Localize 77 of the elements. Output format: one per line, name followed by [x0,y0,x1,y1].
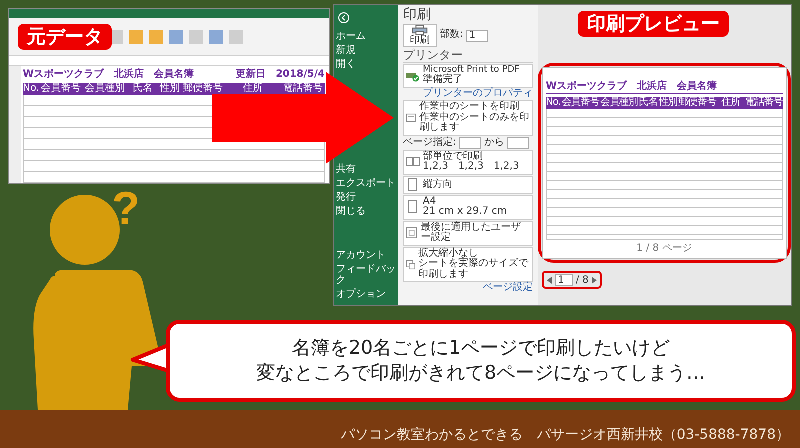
updated-label: 更新日 [236,68,266,81]
menu-item[interactable]: オプション [336,289,386,300]
setting-title: 部単位で印刷 [423,152,484,162]
print-button[interactable]: 印刷 [403,24,437,47]
column-header: No. [23,83,39,95]
copies-label: 部数: [440,30,464,41]
column-header: 住所 [242,83,264,95]
column-header: No. [546,97,561,109]
column-header: 性別 [159,83,181,95]
menu-item[interactable]: 開く [336,59,356,70]
menu-item[interactable]: 共有 [336,164,356,175]
settings-dropdown[interactable]: 部単位で印刷 1,2,3 1,2,3 1,2,3 [403,150,533,175]
question-mark: ? [112,184,140,232]
page-to-label: から [484,138,504,148]
column-header: 電話番号 [745,97,783,109]
bubble-text: 名簿を20名ごとに1ページで印刷したいけど [292,336,670,361]
portrait-page-icon [406,178,420,192]
menu-item[interactable]: 閉じる [336,206,366,217]
updated-date: 2018/5/4 [276,68,325,81]
page-from-field[interactable] [459,136,482,149]
setting-detail: 1,2,3 1,2,3 1,2,3 [423,162,520,173]
next-page-icon[interactable] [592,276,597,284]
printer-properties-link[interactable]: プリンターのプロパティ [403,88,533,100]
column-header: 氏名 [639,97,658,109]
settings-dropdown[interactable]: 作業中のシートを印刷 作業中のシートのみを印刷します [403,100,533,136]
margins-icon [406,226,418,240]
printer-section-heading: プリンター [403,48,533,63]
page-setup-link[interactable]: ページ設定 [403,283,533,294]
printer-status: 準備完了 [423,75,464,86]
settings-dropdown[interactable]: 縦方向 [403,176,533,194]
column-header: 氏名 [132,83,154,95]
scaling-icon [406,258,416,272]
sheet-title: Wスポーツクラブ 北浜店 会員名簿 [23,68,194,81]
page-number-field[interactable]: 1 [555,274,573,286]
page-title: Wスポーツクラブ 北浜店 会員名簿 [546,80,783,94]
menu-item[interactable]: 新規 [336,45,356,56]
settings-dropdown[interactable]: A4 21 cm x 29.7 cm [403,194,533,220]
column-header: 郵便番号 [182,83,224,95]
column-header: 会員種別 [84,83,126,95]
menu-item[interactable]: フィードバック [336,264,396,286]
collate-icon [406,155,420,170]
previous-page-icon[interactable] [547,276,552,284]
footer-text: パソコン教室わかるとできる パサージオ西新井校（03-5888-7878） [340,426,790,444]
bubble-text: 変なところで印刷がきれて8ページになってしまう… [256,361,706,386]
menu-item[interactable]: アカウント [336,250,386,261]
column-header: 会員番号 [562,97,600,109]
setting-title: 最後に適用したユーザー設定 [420,222,522,244]
setting-title: 作業中のシートを印刷 [419,102,520,112]
setting-detail: 21 cm x 29.7 cm [423,207,508,218]
callout-label: 元データ [18,24,112,50]
page-to-field[interactable] [507,136,530,149]
column-header: 会員番号 [40,83,82,95]
menu-item[interactable]: エクスポート [336,178,396,189]
column-header: 住所 [720,97,742,109]
menu-item[interactable]: 発行 [336,192,356,203]
settings-dropdown[interactable]: 最後に適用したユーザー設定 [403,220,533,246]
setting-title: A4 [423,196,438,207]
column-header: 電話番号 [282,83,324,95]
setting-detail: シートを実際のサイズで印刷します [418,259,530,280]
printer-dropdown[interactable]: Microsoft Print to PDF 準備完了 [403,64,533,88]
setting-title: 拡大縮小なし [418,248,479,259]
setting-title: 縦方向 [423,180,453,190]
page-range-label: ページ指定: [403,138,456,148]
menu-item[interactable]: ホーム [336,31,366,42]
column-header: 会員種別 [600,97,638,109]
callout-label: 印刷プレビュー [578,11,729,37]
paper-icon [406,200,420,214]
printer-icon [412,25,428,36]
settings-dropdown[interactable]: 拡大縮小なし シートを実際のサイズで印刷します [403,246,533,282]
print-heading: 印刷 [403,7,432,23]
column-header: 郵便番号 [678,97,716,109]
setting-detail: 作業中のシートのみを印刷します [419,112,530,134]
copies-field[interactable]: 1 [466,30,488,42]
page-footer: 1 / 8 ページ [546,243,783,254]
printer-name: Microsoft Print to PDF [423,66,520,75]
column-header: 性別 [658,97,678,109]
page-total: / 8 [576,274,589,286]
